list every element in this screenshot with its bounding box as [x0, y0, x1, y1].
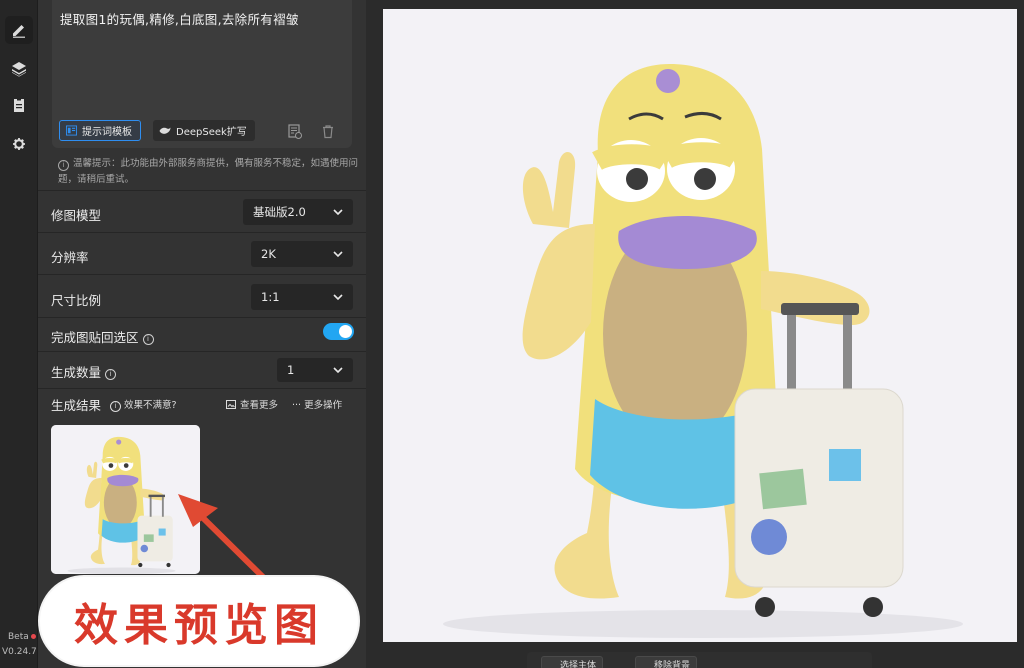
select-main-button[interactable]: 选择主体: [541, 656, 604, 668]
annotation-bubble: 效果预览图: [40, 577, 358, 665]
image-canvas[interactable]: [383, 9, 1017, 642]
canvas-toolbar: 选择主体 移除背景: [527, 652, 872, 668]
toy-preview-image: [383, 9, 1017, 642]
canvas-area: [366, 0, 1024, 668]
annotation-text: 效果预览图: [74, 600, 324, 651]
remove-bg-button[interactable]: 移除背景: [635, 656, 698, 668]
